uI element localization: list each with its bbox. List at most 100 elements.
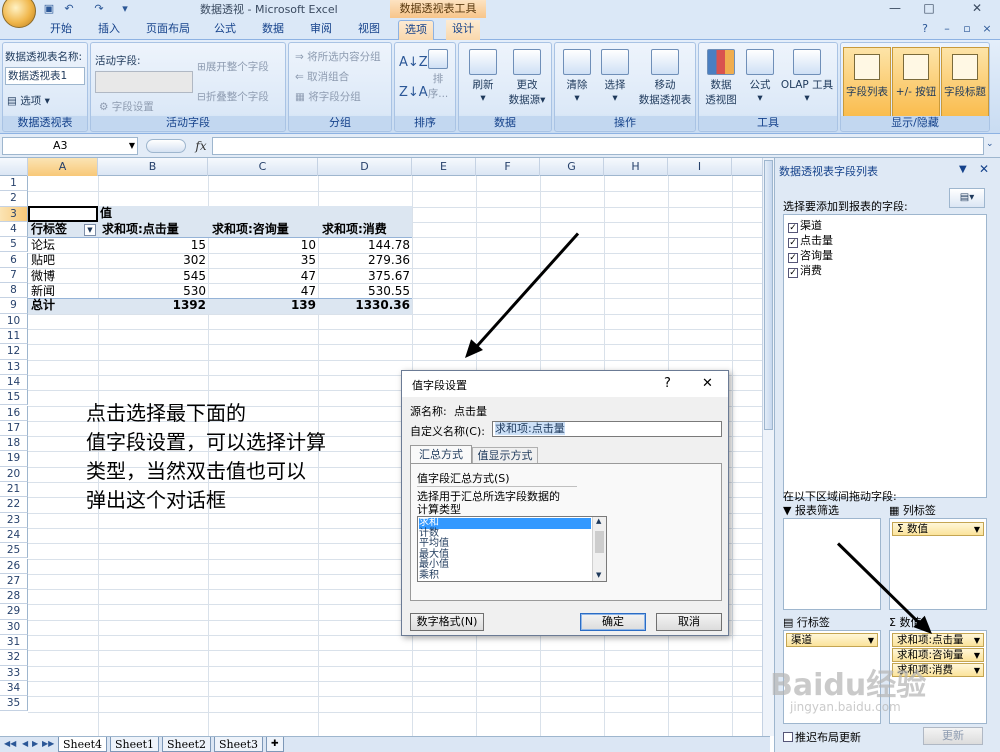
checkbox-checked-icon[interactable]: ✓: [788, 238, 798, 248]
row-header[interactable]: 16: [0, 405, 28, 421]
tab-design[interactable]: 设计: [446, 20, 480, 40]
column-header-h[interactable]: H: [604, 158, 668, 176]
pivot-options-button[interactable]: ▤ 选项 ▾: [7, 93, 50, 108]
row-header[interactable]: 29: [0, 604, 28, 620]
active-cell-a3[interactable]: [28, 206, 98, 222]
row-header[interactable]: 27: [0, 573, 28, 590]
row-header[interactable]: 22: [0, 497, 28, 513]
row-header[interactable]: 23: [0, 512, 28, 528]
minimize-button[interactable]: —: [880, 0, 910, 18]
pivot-value-cell[interactable]: 15: [98, 238, 206, 253]
tab-options[interactable]: 选项: [398, 20, 434, 40]
pivot-value-cell[interactable]: 530.55: [318, 284, 410, 299]
tab-summarize-by[interactable]: 汇总方式: [410, 445, 472, 463]
calc-type-option[interactable]: 平均值: [419, 539, 591, 550]
field-headers-button[interactable]: 字段标题: [941, 47, 989, 119]
qat-customize-icon[interactable]: ▾: [118, 2, 132, 16]
pivot-total-value[interactable]: 1330.36: [318, 298, 410, 313]
select-button[interactable]: 选择 ▾: [597, 49, 633, 104]
tab-view[interactable]: 视图: [352, 20, 386, 40]
row-header[interactable]: 18: [0, 436, 28, 452]
checkbox-unchecked-icon[interactable]: [783, 732, 793, 742]
field-item[interactable]: ✓ 咨询量: [788, 248, 833, 263]
listbox-scroll-thumb[interactable]: [595, 531, 604, 553]
last-sheet-icon[interactable]: ▶▶: [42, 739, 54, 748]
column-header-d[interactable]: D: [318, 158, 412, 176]
column-header-c[interactable]: C: [208, 158, 318, 176]
pivot-values-header[interactable]: 值: [100, 206, 112, 221]
tab-home[interactable]: 开始: [44, 20, 78, 40]
pivot-value-cell[interactable]: 375.67: [318, 269, 410, 284]
pivot-value-cell[interactable]: 10: [208, 238, 316, 253]
pivot-name-input[interactable]: 数据透视表1: [5, 67, 85, 85]
column-header-e[interactable]: E: [412, 158, 476, 176]
row-header[interactable]: 17: [0, 420, 28, 437]
ok-button[interactable]: 确定: [580, 613, 646, 631]
sheet-tab[interactable]: Sheet3: [214, 737, 264, 752]
pivot-value-cell[interactable]: 47: [208, 269, 316, 284]
next-sheet-icon[interactable]: ▶: [32, 739, 38, 748]
row-header[interactable]: 8: [0, 283, 28, 299]
formulas-button[interactable]: 公式 ▾: [743, 49, 777, 104]
pivot-total-value[interactable]: 139: [208, 298, 316, 313]
pivot-value-cell[interactable]: 545: [98, 269, 206, 284]
pivot-value-cell[interactable]: 530: [98, 284, 206, 299]
field-list-button[interactable]: 字段列表: [843, 47, 891, 119]
row-header[interactable]: 4: [0, 221, 28, 238]
field-settings-button[interactable]: ⚙ 字段设置: [99, 99, 154, 114]
calc-type-option[interactable]: 求和: [419, 518, 591, 529]
column-labels-zone[interactable]: Σ 数值 ▼: [889, 518, 987, 610]
tab-data[interactable]: 数据: [256, 20, 290, 40]
field-item[interactable]: ✓ 消费: [788, 263, 822, 278]
name-box[interactable]: A3 ▼: [2, 137, 138, 155]
column-header-f[interactable]: F: [476, 158, 540, 176]
row-header[interactable]: 9: [0, 298, 28, 314]
row-header[interactable]: 15: [0, 390, 28, 406]
calc-type-listbox[interactable]: 求和 计数 平均值 最大值 最小值 乘积 ▲ ▼: [417, 516, 607, 582]
row-header[interactable]: 30: [0, 619, 28, 635]
pivot-total-label[interactable]: 总计: [31, 298, 55, 313]
listbox-scrollbar[interactable]: ▲ ▼: [592, 517, 606, 581]
help-icon[interactable]: ?: [918, 22, 932, 36]
pivot-row-label-header[interactable]: 行标签: [31, 222, 67, 237]
row-header[interactable]: 7: [0, 267, 28, 284]
layout-options-icon[interactable]: ▤▾: [949, 188, 985, 208]
panel-menu-icon[interactable]: ▼: [959, 164, 967, 175]
row-header[interactable]: 25: [0, 543, 28, 559]
scroll-up-icon[interactable]: ▲: [596, 517, 601, 525]
tab-insert[interactable]: 插入: [92, 20, 126, 40]
ribbon-close-icon[interactable]: ×: [980, 22, 994, 36]
pivot-row-label[interactable]: 微博: [31, 269, 55, 284]
row-header[interactable]: 13: [0, 359, 28, 375]
dialog-close-button[interactable]: ✕: [702, 376, 713, 391]
column-field-pill[interactable]: Σ 数值 ▼: [892, 522, 984, 536]
ungroup-button[interactable]: ⇐ 取消组合: [295, 69, 349, 84]
checkbox-checked-icon[interactable]: ✓: [788, 268, 798, 278]
collapse-field-button[interactable]: ⊟折叠整个字段: [197, 89, 269, 104]
row-header[interactable]: 2: [0, 191, 28, 207]
calc-type-option[interactable]: 最小值: [419, 560, 591, 571]
pivot-row-label[interactable]: 贴吧: [31, 253, 55, 268]
row-header[interactable]: 34: [0, 680, 28, 697]
tab-formulas[interactable]: 公式: [208, 20, 242, 40]
pivot-row-label[interactable]: 新闻: [31, 284, 55, 299]
select-all-corner[interactable]: [0, 158, 28, 176]
row-header[interactable]: 5: [0, 237, 28, 253]
pivot-value-cell[interactable]: 144.78: [318, 238, 410, 253]
sheet-tab[interactable]: Sheet4: [58, 737, 108, 752]
pivot-total-value[interactable]: 1392: [98, 298, 206, 313]
group-selection-button[interactable]: ⇒ 将所选内容分组: [295, 49, 381, 64]
custom-name-input[interactable]: 求和项:点击量: [492, 421, 722, 437]
expand-field-button[interactable]: ⊞展开整个字段: [197, 59, 269, 74]
row-header[interactable]: 35: [0, 696, 28, 712]
row-header[interactable]: 3: [0, 206, 28, 222]
row-header[interactable]: 28: [0, 589, 28, 605]
pivot-chart-button[interactable]: 数据 透视图: [701, 49, 741, 107]
insert-function-icon[interactable]: fx: [190, 137, 212, 155]
panel-close-icon[interactable]: ✕: [979, 162, 989, 176]
prev-sheet-icon[interactable]: ◀: [22, 739, 28, 748]
tab-page-layout[interactable]: 页面布局: [140, 20, 196, 40]
active-field-input[interactable]: [95, 71, 193, 93]
clear-button[interactable]: 清除 ▾: [559, 49, 595, 104]
tab-review[interactable]: 审阅: [304, 20, 338, 40]
